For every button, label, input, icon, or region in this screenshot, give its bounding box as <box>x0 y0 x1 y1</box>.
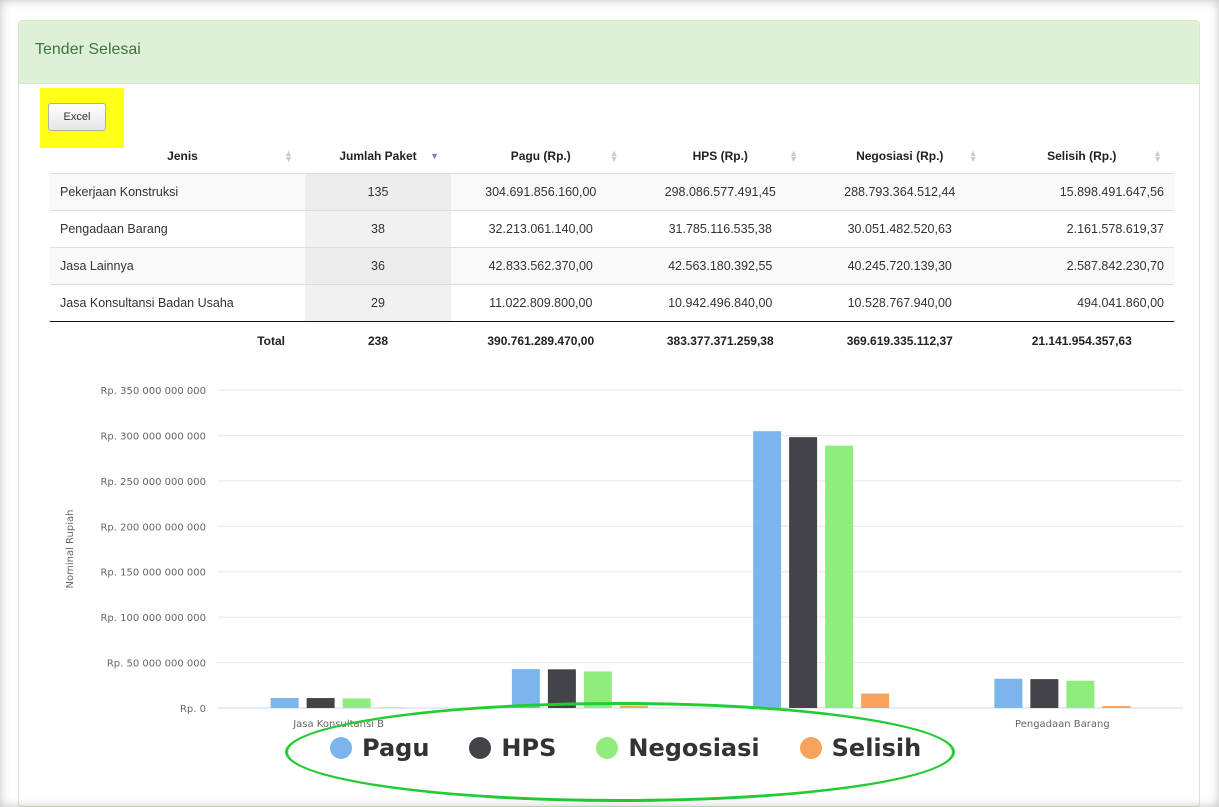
cell-jenis: Jasa Konsultansi Badan Usaha <box>50 284 305 322</box>
y-tick-label: Rp. 200 000 000 000 <box>100 522 206 533</box>
y-tick-label: Rp. 50 000 000 000 <box>107 659 206 670</box>
panel-title: Tender Selesai <box>35 41 141 58</box>
column-header-jenis[interactable]: Jenis ▲ ▼ <box>50 139 305 174</box>
total-selisih: 21.141.954.357,63 <box>989 321 1174 360</box>
cell-pagu: 32.213.061.140,00 <box>451 210 631 248</box>
legend-label: HPS <box>501 734 557 762</box>
table-total-row: Total 238 390.761.289.470,00 383.377.371… <box>50 321 1174 360</box>
tender-table: Jenis ▲ ▼ Jumlah Paket ▼ Pagu (Rp.) ▲ ▼ HP… <box>50 139 1174 360</box>
table-row: Pekerjaan Konstruksi 135 304.691.856.160… <box>50 173 1174 211</box>
y-tick-label: Rp. 100 000 000 000 <box>100 613 206 624</box>
sort-icon: ▲ ▼ <box>1153 148 1162 164</box>
cell-hps: 298.086.577.491,45 <box>630 173 810 211</box>
excel-export-button[interactable]: Excel <box>48 103 106 131</box>
cell-hps: 42.563.180.392,55 <box>630 247 810 285</box>
bar <box>789 437 818 708</box>
cell-pagu: 304.691.856.160,00 <box>451 173 631 211</box>
panel-heading: Tender Selesai <box>19 21 1199 84</box>
legend-dot-icon <box>469 737 492 759</box>
y-axis-title: Nominal Rupiah <box>65 510 76 589</box>
bar <box>825 445 854 708</box>
column-header-label: Jenis <box>167 149 198 163</box>
bar <box>1102 706 1131 708</box>
table-header-row: Jenis ▲ ▼ Jumlah Paket ▼ Pagu (Rp.) ▲ ▼ HP… <box>50 139 1174 174</box>
cell-pagu: 42.833.562.370,00 <box>451 247 631 285</box>
sort-icon: ▲ ▼ <box>284 148 293 164</box>
column-header-pagu[interactable]: Pagu (Rp.) ▲ ▼ <box>451 139 631 174</box>
bar-chart: Rp. 0 Rp. 50 000 000 000 Rp. 100 000 000 0… <box>65 386 1183 730</box>
legend-label: Selisih <box>831 734 922 762</box>
cell-jumlah-paket: 36 <box>305 247 451 285</box>
cell-selisih: 15.898.491.647,56 <box>989 173 1174 211</box>
cell-jumlah-paket: 135 <box>305 173 451 211</box>
legend-dot-icon <box>330 737 352 759</box>
cell-jumlah-paket: 38 <box>305 210 451 248</box>
bar <box>753 431 782 708</box>
legend-label: Negosiasi <box>628 734 760 762</box>
cell-negosiasi: 10.528.767.940,00 <box>810 284 990 322</box>
bar <box>270 697 299 708</box>
cell-jumlah-paket: 29 <box>305 284 451 322</box>
cell-selisih: 2.161.578.619,37 <box>989 210 1174 248</box>
cell-pagu: 11.022.809.800,00 <box>451 284 631 322</box>
column-header-label: HPS (Rp.) <box>692 149 748 163</box>
legend-label: Pagu <box>362 734 430 762</box>
table-row: Jasa Lainnya 36 42.833.562.370,00 42.563… <box>50 247 1174 285</box>
y-tick-label: Rp. 350 000 000 000 <box>100 386 206 397</box>
cell-hps: 10.942.496.840,00 <box>630 284 810 322</box>
cell-jenis: Pekerjaan Konstruksi <box>50 173 305 211</box>
bar <box>306 698 335 708</box>
y-tick-label: Rp. 150 000 000 000 <box>100 568 206 579</box>
bar <box>378 707 407 708</box>
column-header-label: Jumlah Paket <box>339 149 417 163</box>
total-jumlah-paket: 238 <box>305 321 451 360</box>
total-label: Total <box>50 321 305 360</box>
legend-dot-icon <box>596 737 619 759</box>
cell-selisih: 2.587.842.230,70 <box>989 247 1174 285</box>
column-header-jumlah-paket[interactable]: Jumlah Paket ▼ <box>305 139 451 174</box>
cell-negosiasi: 288.793.364.512,44 <box>810 173 990 211</box>
column-header-label: Negosiasi (Rp.) <box>856 149 944 163</box>
table-row: Pengadaan Barang 38 32.213.061.140,00 31… <box>50 210 1174 248</box>
y-tick-label: Rp. 250 000 000 000 <box>100 477 206 488</box>
legend-dot-icon <box>799 737 822 759</box>
sort-icon: ▲ ▼ <box>609 148 619 164</box>
cell-negosiasi: 30.051.482.520,63 <box>810 210 990 248</box>
column-header-label: Pagu (Rp.) <box>510 149 571 163</box>
bar <box>511 669 540 708</box>
column-header-selisih[interactable]: Selisih (Rp.) ▲ ▼ <box>990 139 1175 174</box>
bar <box>994 678 1023 708</box>
x-tick-label: Pengadaan Barang <box>1015 719 1110 730</box>
cell-hps: 31.785.116.535,38 <box>630 210 810 248</box>
sort-desc-icon: ▼ <box>430 151 439 161</box>
column-header-hps[interactable]: HPS (Rp.) ▲ ▼ <box>631 139 811 174</box>
column-header-negosiasi[interactable]: Negosiasi (Rp.) ▲ ▼ <box>810 139 990 174</box>
legend-item[interactable]: Pagu <box>330 734 429 762</box>
chart-legend: Pagu HPS Negosiasi Selisih <box>330 734 961 762</box>
column-header-label: Selisih (Rp.) <box>1047 149 1117 163</box>
y-tick-label: Rp. 0 <box>180 704 206 715</box>
total-pagu: 390.761.289.470,00 <box>451 321 631 360</box>
y-tick-label: Rp. 300 000 000 000 <box>100 431 206 442</box>
bar <box>342 698 371 708</box>
bar <box>1066 680 1095 708</box>
legend-item[interactable]: HPS <box>469 734 556 762</box>
bar <box>1030 679 1059 708</box>
bar <box>861 693 890 708</box>
sort-icon: ▲ ▼ <box>968 148 978 164</box>
total-hps: 383.377.371.259,38 <box>630 321 810 360</box>
cell-negosiasi: 40.245.720.139,30 <box>810 247 990 285</box>
total-negosiasi: 369.619.335.112,37 <box>810 321 990 360</box>
sort-icon: ▲ ▼ <box>789 148 798 164</box>
cell-selisih: 494.041.860,00 <box>989 284 1174 322</box>
cell-jenis: Jasa Lainnya <box>50 247 305 285</box>
cell-jenis: Pengadaan Barang <box>50 210 305 248</box>
legend-item[interactable]: Selisih <box>799 734 922 762</box>
legend-item[interactable]: Negosiasi <box>596 734 760 762</box>
table-row: Jasa Konsultansi Badan Usaha 29 11.022.8… <box>50 284 1174 322</box>
